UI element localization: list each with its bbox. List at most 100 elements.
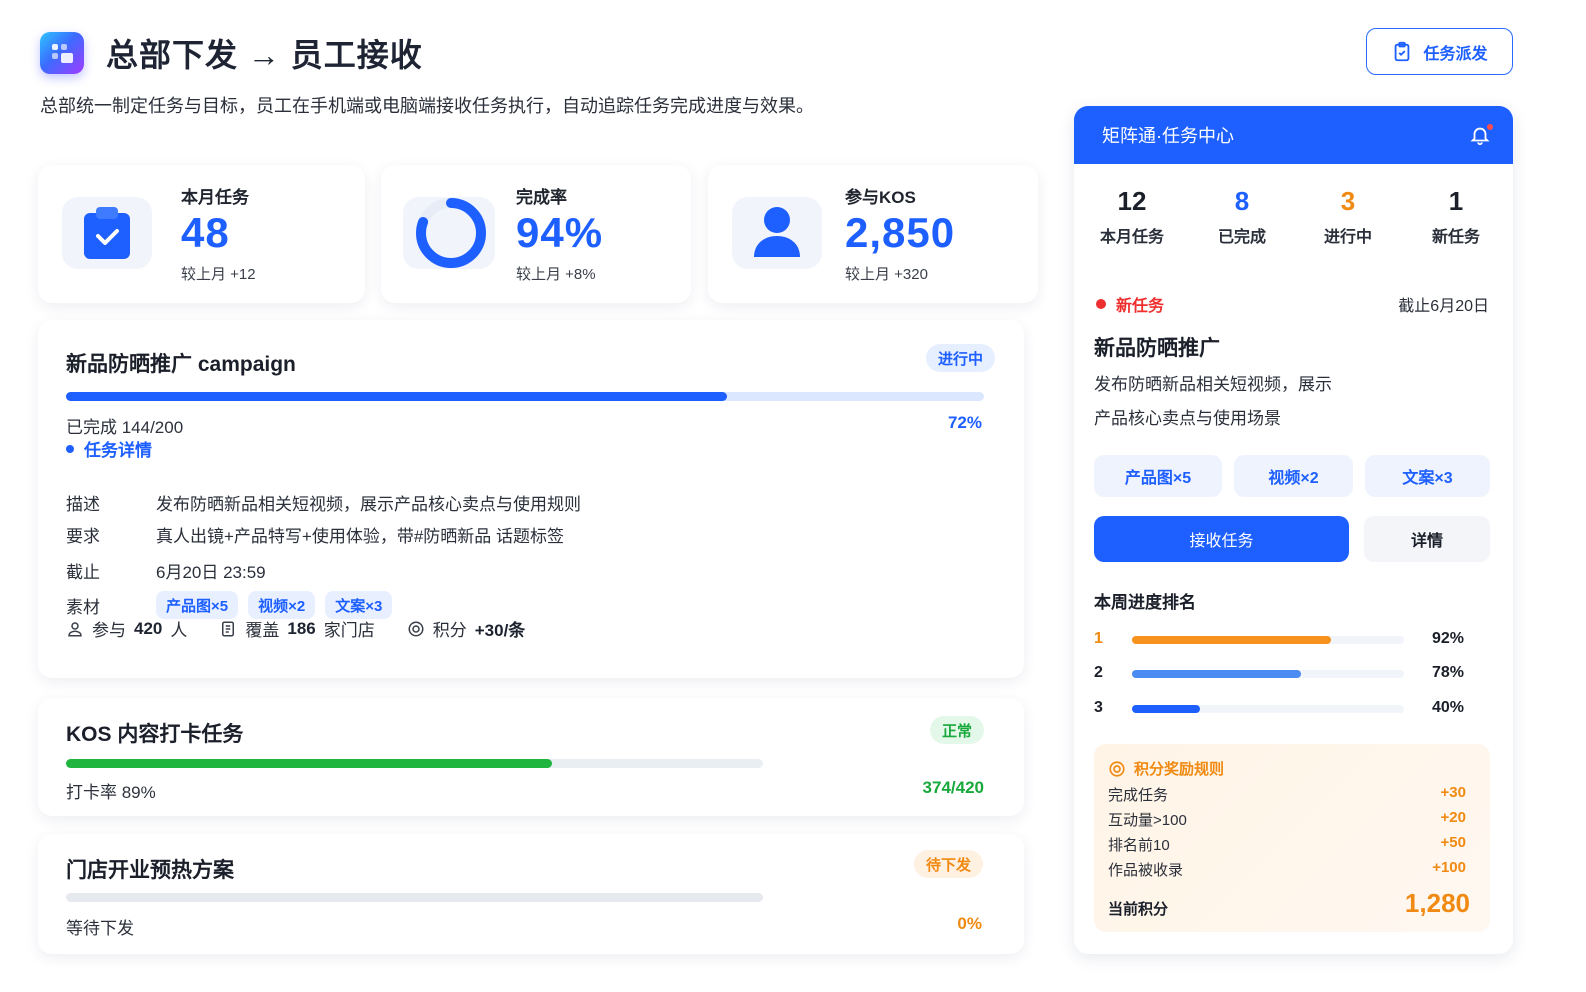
target-icon — [1109, 760, 1125, 777]
detail-key: 描述 — [66, 495, 100, 514]
panel-stat-monthly: 12 本月任务 — [1082, 186, 1182, 247]
panel-task-title: 新品防晒推广 — [1094, 337, 1220, 360]
progress-track — [66, 893, 763, 902]
task-card-checkin[interactable]: KOS 内容打卡任务 正常 打卡率 89% 374/420 — [38, 698, 1024, 816]
panel-stat-label: 已完成 — [1217, 229, 1266, 246]
meta-coverage: 覆盖 186 家门店 — [219, 616, 375, 641]
reward-rule-value: +100 — [1432, 859, 1466, 876]
detail-value: 发布防晒新品相关短视频，展示产品核心卖点与使用规则 — [156, 495, 581, 514]
task-title: KOS 内容打卡任务 — [66, 723, 244, 746]
rank-percent: 40% — [1431, 699, 1464, 716]
reward-rule-label: 排名前10 — [1108, 837, 1170, 854]
panel-title: 矩阵通·任务中心 — [1102, 126, 1234, 146]
meta-value: 420 — [134, 618, 163, 638]
task-title: 门店开业预热方案 — [66, 859, 234, 882]
panel-stat-value: 1 — [1448, 186, 1464, 216]
panel-stat-label: 新任务 — [1431, 229, 1480, 246]
stat-card-monthly-tasks: 本月任务 48 较上月 +12 — [38, 165, 365, 303]
clipboard-check-icon — [1395, 41, 1410, 61]
stat-delta: 较上月 +8% — [516, 266, 596, 283]
task-card-store[interactable]: 门店开业预热方案 待下发 等待下发 0% — [38, 834, 1024, 954]
material-chip-images[interactable]: 产品图×5 — [156, 591, 239, 619]
rank-track — [1132, 705, 1404, 713]
detail-row-description: 描述 发布防晒新品相关短视频，展示产品核心卖点与使用规则 — [66, 490, 581, 515]
rank-track — [1132, 670, 1404, 678]
panel-chip-images[interactable]: 产品图×5 — [1094, 455, 1222, 497]
meta-label: 参与 — [92, 621, 126, 640]
user-outline-icon — [68, 621, 82, 636]
panel-stat-new: 1 新任务 — [1406, 186, 1506, 247]
reward-heading: 积分奖励规则 — [1108, 758, 1224, 779]
reward-rule-label: 完成任务 — [1108, 787, 1169, 804]
task-meta-row: 参与 420 人 覆盖 186 家门店 积分 +30/条 — [66, 616, 557, 641]
donut-progress-icon — [416, 198, 486, 268]
meta-label: 覆盖 — [245, 621, 280, 640]
progress-count: 374/420 — [922, 778, 984, 797]
task-card-campaign[interactable]: 新品防晒推广 campaign 进行中 已完成 144/200 72% 任务详情… — [38, 320, 1024, 678]
stat-icon-bg — [403, 197, 495, 269]
ranking-row: 2 78% — [1094, 664, 1474, 684]
accept-task-button[interactable]: 接收任务 — [1094, 516, 1349, 562]
detail-row-deadline: 截止 6月20日 23:59 — [66, 558, 266, 583]
detail-key: 截止 — [66, 563, 100, 582]
reward-rule-label: 互动量>100 — [1108, 812, 1187, 829]
meta-value: 186 — [287, 618, 316, 638]
ranking-row: 3 40% — [1094, 699, 1474, 719]
stat-delta: 较上月 +12 — [181, 266, 256, 283]
task-center-panel: 矩阵通·任务中心 12 本月任务 8 已完成 3 进行中 1 新任务 新任务 截… — [1074, 106, 1513, 954]
detail-value: 真人出镜+产品特写+使用体验，带#防晒新品 话题标签 — [156, 527, 565, 546]
description-line: 发布防晒新品相关短视频，展示 — [1094, 375, 1332, 394]
reward-title: 积分奖励规则 — [1134, 761, 1225, 778]
task-detail-heading[interactable]: 任务详情 — [66, 436, 152, 461]
new-task-label: 新任务 — [1116, 298, 1165, 315]
meta-unit: 家门店 — [323, 621, 375, 640]
clipboard-check-icon — [84, 207, 130, 259]
meta-participants: 参与 420 人 — [66, 616, 187, 641]
stat-label: 参与KOS — [845, 188, 916, 207]
material-chip-copy[interactable]: 文案×3 — [325, 591, 393, 619]
rank-fill — [1132, 636, 1332, 644]
status-badge: 正常 — [930, 716, 985, 744]
task-deadline: 截止6月20日 — [1398, 298, 1489, 315]
ranking-row: 1 92% — [1094, 630, 1474, 650]
rank-fill — [1132, 705, 1200, 713]
panel-stat-label: 本月任务 — [1099, 229, 1164, 246]
rank-number: 2 — [1094, 664, 1103, 681]
red-dot — [1096, 299, 1106, 309]
description-line: 产品核心卖点与使用场景 — [1094, 409, 1281, 428]
ranking-title: 本周进度排名 — [1094, 593, 1196, 612]
rank-track — [1132, 636, 1404, 644]
rank-percent: 92% — [1431, 630, 1464, 647]
reward-rule: 作品被收录 +100 — [1108, 859, 1466, 880]
stat-value: 94% — [516, 209, 604, 256]
current-points-value: 1,280 — [1404, 888, 1470, 918]
panel-stat-value: 12 — [1117, 186, 1147, 216]
meta-label: 积分 — [432, 621, 467, 640]
meta-unit: 人 — [170, 621, 188, 640]
panel-chip-copy[interactable]: 文案×3 — [1365, 455, 1490, 497]
status-badge: 进行中 — [926, 344, 996, 372]
stat-label: 完成率 — [516, 188, 567, 207]
reward-rules-card: 积分奖励规则 完成任务 +30 互动量>100 +20 排名前10 +50 作品… — [1094, 744, 1490, 932]
task-title: 新品防晒推广 campaign — [66, 353, 296, 376]
progress-track — [66, 759, 763, 768]
page-subtitle: 总部统一制定任务与目标，员工在手机端或电脑端接收任务执行，自动追踪任务完成进度与… — [40, 96, 814, 116]
panel-stat-value: 8 — [1234, 186, 1250, 216]
meta-value: +30/条 — [474, 621, 526, 640]
reward-rule-value: +20 — [1440, 809, 1466, 826]
progress-track — [66, 392, 984, 401]
stat-icon-bg — [732, 197, 822, 269]
dispatch-task-label: 任务派发 — [1423, 45, 1488, 63]
bullet-dot — [66, 444, 74, 453]
details-button[interactable]: 详情 — [1364, 516, 1490, 562]
stat-label: 本月任务 — [181, 188, 249, 207]
panel-stat-value: 3 — [1340, 186, 1356, 216]
stat-card-completion-rate: 完成率 94% 较上月 +8% — [381, 165, 691, 303]
panel-chip-videos[interactable]: 视频×2 — [1234, 455, 1353, 497]
progress-fill — [66, 759, 553, 768]
task-detail-heading-label: 任务详情 — [84, 441, 152, 460]
dispatch-task-button[interactable]: 任务派发 — [1366, 28, 1513, 75]
progress-percent: 72% — [947, 413, 982, 432]
rank-fill — [1132, 670, 1302, 678]
material-chip-videos[interactable]: 视频×2 — [248, 591, 316, 619]
